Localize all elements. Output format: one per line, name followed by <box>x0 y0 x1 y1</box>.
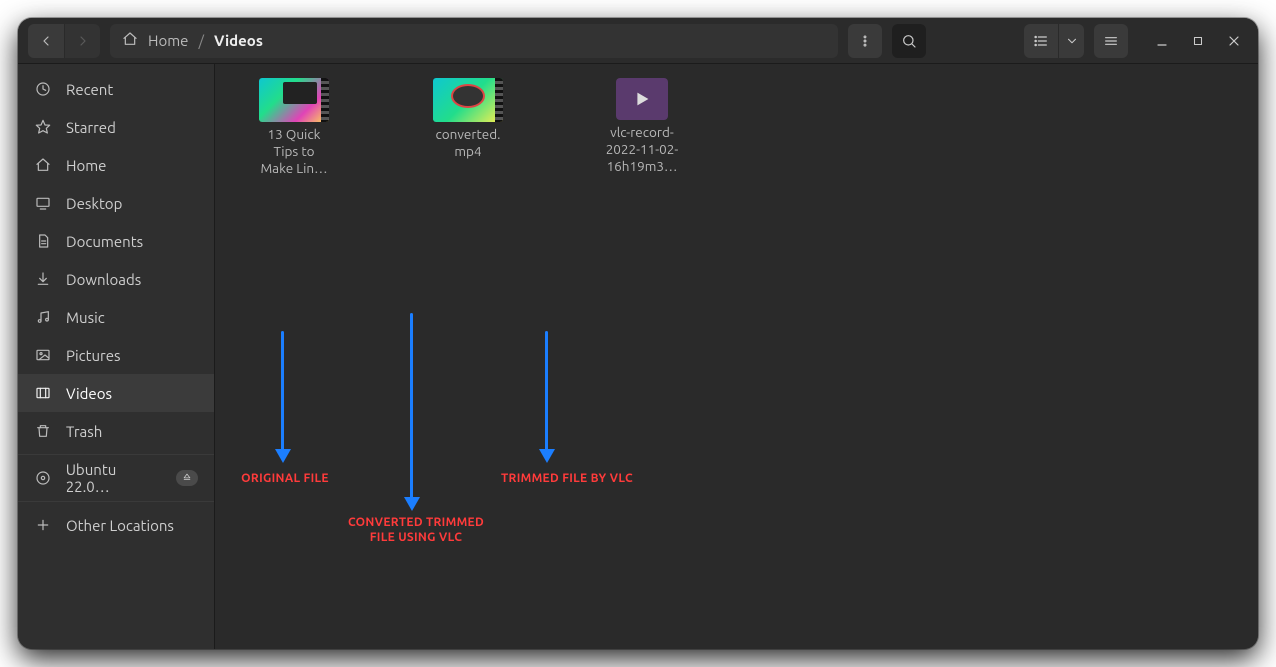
video-thumbnail-icon <box>259 78 329 122</box>
sidebar-item-label: Documents <box>66 233 143 250</box>
sidebar-item-documents[interactable]: Documents <box>18 222 214 260</box>
arrow-line <box>410 313 413 499</box>
disc-icon <box>34 470 52 486</box>
sidebar-item-label: Trash <box>66 423 102 440</box>
file-item[interactable]: vlc-record- 2022-11-02- 16h19m3… <box>587 78 697 177</box>
music-icon <box>34 309 52 325</box>
breadcrumb[interactable]: Home / Videos <box>110 24 838 58</box>
file-item[interactable]: converted. mp4 <box>413 78 523 177</box>
image-icon <box>34 347 52 363</box>
back-button[interactable] <box>28 24 64 58</box>
clock-icon <box>34 81 52 97</box>
sidebar-item-trash[interactable]: Trash <box>18 412 214 450</box>
eject-button[interactable] <box>176 470 198 486</box>
window-body: Recent Starred Home Desktop Documents Do… <box>18 64 1258 649</box>
sidebar-item-label: Starred <box>66 119 116 136</box>
sidebar-item-label: Videos <box>66 385 112 402</box>
video-icon <box>34 385 52 401</box>
breadcrumb-home[interactable]: Home <box>148 32 188 49</box>
arrow-line <box>545 331 548 451</box>
home-icon <box>122 31 138 50</box>
search-button[interactable] <box>892 24 926 58</box>
sidebar-item-other-locations[interactable]: Other Locations <box>18 506 214 544</box>
path-menu-button[interactable] <box>848 24 882 58</box>
download-icon <box>34 271 52 287</box>
view-dropdown-button[interactable] <box>1058 24 1084 58</box>
annotation-label: CONVERTED TRIMMED FILE USING VLC <box>341 515 491 545</box>
sidebar-item-label: Pictures <box>66 347 121 364</box>
file-name: converted. mp4 <box>436 126 501 160</box>
sidebar-item-home[interactable]: Home <box>18 146 214 184</box>
sidebar-item-label: Other Locations <box>66 517 174 534</box>
file-name: 13 Quick Tips to Make Lin… <box>260 126 327 177</box>
sidebar-item-label: Recent <box>66 81 113 98</box>
video-thumbnail-icon <box>433 78 503 122</box>
sidebar-item-pictures[interactable]: Pictures <box>18 336 214 374</box>
sidebar-item-downloads[interactable]: Downloads <box>18 260 214 298</box>
plus-icon <box>34 517 52 533</box>
forward-button[interactable] <box>64 24 100 58</box>
sidebar-item-label: Desktop <box>66 195 122 212</box>
file-grid: 13 Quick Tips to Make Lin… converted. mp… <box>215 64 1258 191</box>
breadcrumb-current[interactable]: Videos <box>214 32 263 49</box>
sidebar-item-label: Ubuntu 22.0… <box>66 461 162 495</box>
sidebar-item-music[interactable]: Music <box>18 298 214 336</box>
desktop-icon <box>34 195 52 211</box>
arrow-head-icon <box>275 449 291 463</box>
breadcrumb-separator: / <box>198 32 204 49</box>
minimize-button[interactable] <box>1152 31 1172 51</box>
home-icon <box>34 157 52 173</box>
close-button[interactable] <box>1224 31 1244 51</box>
trash-icon <box>34 423 52 439</box>
file-name: vlc-record- 2022-11-02- 16h19m3… <box>606 124 679 175</box>
sidebar-item-label: Music <box>66 309 105 326</box>
document-icon <box>34 233 52 249</box>
sidebar-item-label: Home <box>66 157 106 174</box>
maximize-button[interactable] <box>1188 31 1208 51</box>
annotation-label: TRIMMED FILE BY VLC <box>497 471 637 486</box>
content-area[interactable]: 13 Quick Tips to Make Lin… converted. mp… <box>215 64 1258 649</box>
view-list-button[interactable] <box>1024 24 1058 58</box>
file-manager-window: Home / Videos <box>18 18 1258 649</box>
sidebar-item-desktop[interactable]: Desktop <box>18 184 214 222</box>
window-controls <box>1152 31 1244 51</box>
arrow-head-icon <box>539 449 555 463</box>
video-generic-icon <box>616 78 668 120</box>
sidebar-item-volume[interactable]: Ubuntu 22.0… <box>18 459 214 497</box>
hamburger-menu-button[interactable] <box>1094 24 1128 58</box>
sidebar-item-recent[interactable]: Recent <box>18 70 214 108</box>
arrow-head-icon <box>404 497 420 511</box>
star-icon <box>34 119 52 135</box>
annotation-label: ORIGINAL FILE <box>235 471 335 486</box>
nav-buttons <box>28 24 100 58</box>
file-item[interactable]: 13 Quick Tips to Make Lin… <box>239 78 349 177</box>
arrow-line <box>281 331 284 451</box>
sidebar-item-label: Downloads <box>66 271 141 288</box>
header-bar: Home / Videos <box>18 18 1258 64</box>
view-controls <box>1024 24 1084 58</box>
sidebar-item-starred[interactable]: Starred <box>18 108 214 146</box>
sidebar-item-videos[interactable]: Videos <box>18 374 214 412</box>
sidebar: Recent Starred Home Desktop Documents Do… <box>18 64 215 649</box>
